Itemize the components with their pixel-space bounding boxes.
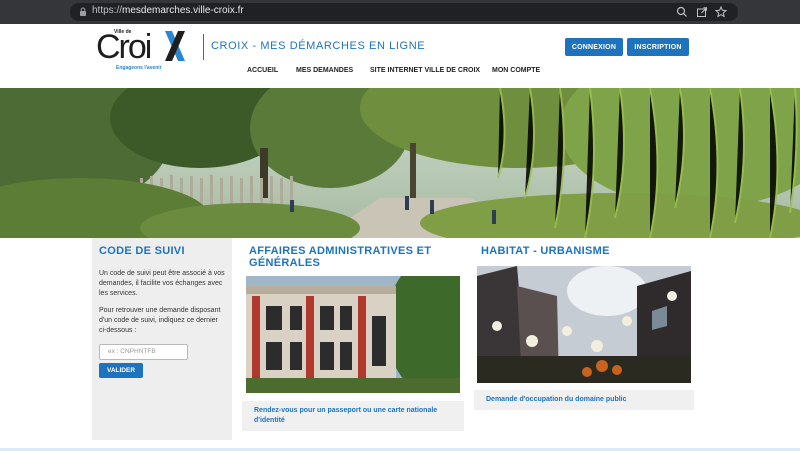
hero-image (0, 88, 800, 238)
logo-x-mark (165, 31, 185, 61)
address-bar[interactable]: https://mesdemarches.ville-croix.fr (70, 3, 738, 21)
content-area: CODE DE SUIVI Un code de suivi peut être… (0, 238, 800, 451)
nav-item-mes-demandes[interactable]: MES DEMANDES (296, 67, 353, 74)
site-logo[interactable]: Ville de Croi Engageons l'avenir (96, 28, 192, 71)
main-nav: ACCUEIL MES DEMANDES SITE INTERNET VILLE… (0, 67, 800, 81)
zoom-icon[interactable] (676, 6, 688, 18)
title-divider (203, 34, 204, 60)
validate-button[interactable]: VALIDER (99, 363, 143, 378)
tracking-intro: Un code de suivi peut être associé à vos… (99, 270, 225, 297)
logo-name: Croi (96, 28, 152, 66)
category-title-habitat[interactable]: HABITAT - URBANISME (481, 245, 691, 257)
nav-item-accueil[interactable]: ACCUEIL (247, 67, 278, 74)
site-header: Ville de Croi Engageons l'avenir CROIX -… (0, 24, 800, 88)
category-image-admin[interactable] (246, 276, 460, 393)
nav-item-site-ville[interactable]: SITE INTERNET VILLE DE CROIX (370, 67, 480, 74)
login-button[interactable]: CONNEXION (565, 38, 623, 56)
tracking-code-input[interactable]: ex : CNPHNTFB (99, 344, 188, 360)
nav-item-mon-compte[interactable]: MON COMPTE (492, 67, 540, 74)
tracking-title: CODE DE SUIVI (99, 245, 185, 257)
register-button[interactable]: INSCRIPTION (627, 38, 689, 56)
category-title-admin[interactable]: AFFAIRES ADMINISTRATIVES ET GÉNÉRALES (249, 245, 449, 269)
tracking-instructions: Pour retrouver une demande disposant d'u… (99, 307, 221, 334)
site-title: CROIX - MES DÉMARCHES EN LIGNE (211, 40, 426, 52)
lock-icon (80, 7, 86, 16)
category-image-habitat[interactable] (477, 266, 691, 383)
url-text: https://mesdemarches.ville-croix.fr (92, 5, 244, 16)
browser-toolbar: https://mesdemarches.ville-croix.fr (0, 0, 800, 24)
tracking-panel: CODE DE SUIVI Un code de suivi peut être… (92, 238, 232, 440)
category-link-public-domain[interactable]: Demande d'occupation du domaine public (474, 390, 694, 410)
bookmark-star-icon[interactable] (715, 6, 727, 18)
category-link-passport[interactable]: Rendez-vous pour un passeport ou une car… (242, 401, 464, 431)
share-icon[interactable] (696, 6, 708, 18)
